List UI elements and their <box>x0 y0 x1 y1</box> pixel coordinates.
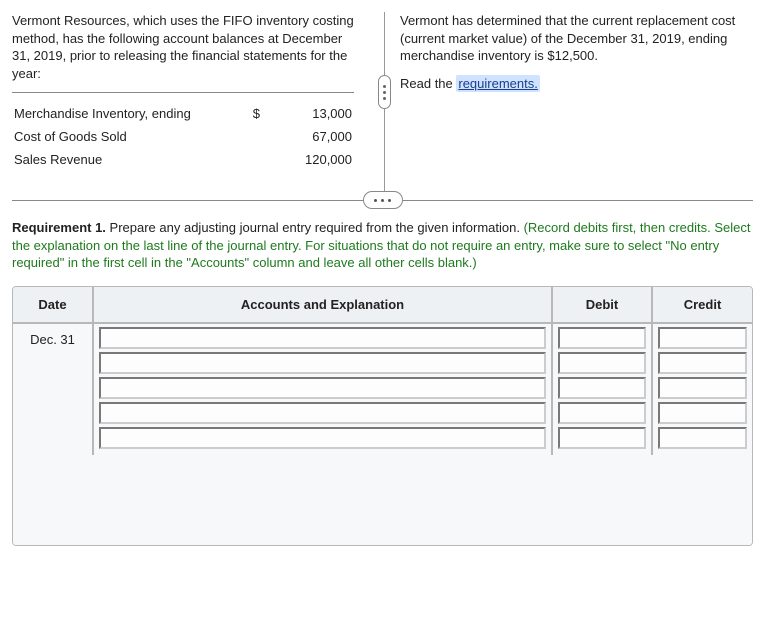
divider <box>12 92 354 93</box>
debit-input-4[interactable] <box>558 402 646 424</box>
balance-label: Sales Revenue <box>14 149 248 170</box>
debit-input-5[interactable] <box>558 427 646 449</box>
requirement-prefix: Requirement 1. <box>12 220 106 235</box>
credit-input-1[interactable] <box>658 327 747 349</box>
requirement-text: Requirement 1. Prepare any adjusting jou… <box>12 219 753 272</box>
balance-currency <box>250 126 280 147</box>
balance-label: Cost of Goods Sold <box>14 126 248 147</box>
balance-label: Merchandise Inventory, ending <box>14 103 248 124</box>
accounts-input-3[interactable] <box>99 377 546 399</box>
credit-input-3[interactable] <box>658 377 747 399</box>
debit-input-3[interactable] <box>558 377 646 399</box>
balance-currency: $ <box>250 103 280 124</box>
credit-input-5[interactable] <box>658 427 747 449</box>
accounts-input-2[interactable] <box>99 352 546 374</box>
date-cell: Dec. 31 <box>13 323 93 455</box>
accounts-input-5[interactable] <box>99 427 546 449</box>
intro-left-text: Vermont Resources, which uses the FIFO i… <box>12 12 354 82</box>
balance-amount: 120,000 <box>282 149 352 170</box>
header-date: Date <box>13 287 93 323</box>
read-requirements: Read the requirements. <box>400 75 753 93</box>
header-debit: Debit <box>552 287 652 323</box>
accounts-input-1[interactable] <box>99 327 546 349</box>
balances-table: Merchandise Inventory, ending $ 13,000 C… <box>12 101 354 172</box>
credit-input-2[interactable] <box>658 352 747 374</box>
balance-currency <box>250 149 280 170</box>
intro-right-text: Vermont has determined that the current … <box>400 12 753 65</box>
requirements-link[interactable]: requirements. <box>456 75 539 92</box>
credit-input-4[interactable] <box>658 402 747 424</box>
debit-input-2[interactable] <box>558 352 646 374</box>
balance-amount: 13,000 <box>282 103 352 124</box>
header-credit: Credit <box>652 287 752 323</box>
drag-handle-icon[interactable] <box>378 75 391 109</box>
ellipsis-icon[interactable] <box>363 191 403 209</box>
journal-entry-table: Date Accounts and Explanation Debit Cred… <box>12 286 753 546</box>
header-accounts: Accounts and Explanation <box>93 287 552 323</box>
accounts-input-4[interactable] <box>99 402 546 424</box>
debit-input-1[interactable] <box>558 327 646 349</box>
balance-amount: 67,000 <box>282 126 352 147</box>
